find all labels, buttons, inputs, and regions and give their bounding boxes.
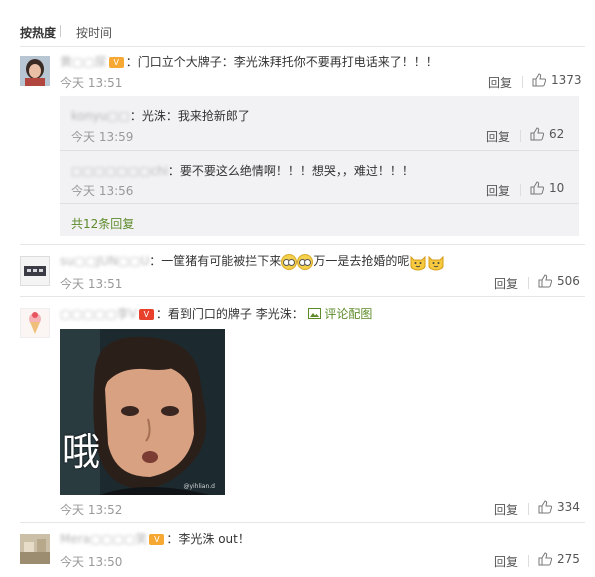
username[interactable]: ▢▢▢▢▢李V (60, 307, 137, 321)
vip-badge-icon: V (138, 309, 154, 320)
like-button[interactable]: 334 (538, 500, 580, 514)
thumb-up-icon (538, 500, 552, 514)
thumb-up-icon (538, 274, 552, 288)
like-count: 10 (549, 181, 565, 195)
sort-bar: 按热度 按时间 (0, 0, 595, 48)
username[interactable]: 黄▢▢尿 (60, 55, 107, 69)
reply-button[interactable]: 回复 (494, 553, 518, 570)
reply-text: ：光洙：我来抢新郎了 (129, 109, 250, 123)
vip-badge-icon: V (149, 534, 165, 545)
like-button[interactable]: 10 (530, 181, 564, 195)
comment-text: ：看到门口的牌子 李光洙： (155, 307, 304, 321)
thumb-up-icon (532, 73, 546, 87)
reply-button[interactable]: 回复 (486, 182, 510, 199)
comment-text-line: ▢▢▢▢▢李V V ：看到门口的牌子 李光洙： 评论配图 (60, 305, 372, 322)
comment-text-line: 黄▢▢尿 V ：门口立个大牌子：李光洙拜托你不要再打电话来了！！！ (60, 53, 438, 70)
like-button[interactable]: 506 (538, 274, 580, 288)
comment-time: 今天 13:50 (60, 555, 123, 569)
like-count: 1373 (551, 73, 582, 87)
divider (20, 296, 585, 297)
username[interactable]: konyu▢▢ (71, 109, 130, 123)
reply-text-line: ▢▢▢▢▢▢▢chi：要不要这么绝情啊！！！想哭，，难过！！！ (71, 162, 414, 179)
action-divider (528, 555, 529, 567)
reply-button[interactable]: 回复 (494, 275, 518, 292)
like-button[interactable]: 275 (538, 552, 580, 566)
reply-text: ：要不要这么绝情啊！！！想哭，，难过！！！ (167, 164, 414, 178)
picture-icon (307, 308, 321, 319)
reply-text-line: konyu▢▢：光洙：我来抢新郎了 (71, 107, 250, 124)
emoji-glasses-icon (281, 253, 298, 270)
reply-button[interactable]: 回复 (494, 501, 518, 518)
like-count: 62 (549, 127, 565, 141)
comment-time: 今天 13:51 (60, 76, 123, 90)
avatar[interactable] (20, 534, 50, 564)
action-divider (528, 277, 529, 289)
thumb-up-icon (538, 552, 552, 566)
divider (20, 46, 585, 47)
like-count: 506 (557, 274, 580, 288)
comment-image-link[interactable]: 评论配图 (307, 307, 373, 321)
reply-button[interactable]: 回复 (488, 74, 512, 91)
like-count: 275 (557, 552, 580, 566)
username[interactable]: ▢▢▢▢▢▢▢chi (71, 164, 168, 178)
avatar[interactable] (20, 56, 50, 86)
reply-button[interactable]: 回复 (486, 128, 510, 145)
divider (20, 244, 585, 245)
divider (60, 150, 579, 151)
avatar[interactable] (20, 308, 50, 338)
comment-text: ：一筐猪有可能被拦下来 (149, 254, 282, 268)
action-divider (520, 184, 521, 196)
comment-text: ：李光洙 out！ (166, 532, 250, 546)
like-button[interactable]: 1373 (532, 73, 582, 87)
action-divider (522, 76, 523, 88)
tab-sort-time[interactable]: 按时间 (76, 24, 112, 41)
sort-divider (60, 25, 61, 37)
comment-time: 今天 13:52 (60, 503, 123, 517)
like-button[interactable]: 62 (530, 127, 564, 141)
comment-text: ：门口立个大牌子：李光洙拜托你不要再打电话来了！！！ (125, 55, 438, 69)
photo-caption: 哦 (62, 430, 102, 474)
comment-text: 万一是去抢婚的呢 (313, 254, 410, 268)
reply-time: 今天 13:56 (71, 184, 134, 198)
replies-box: konyu▢▢：光洙：我来抢新郎了 今天 13:59 回复 62 ▢▢▢▢▢▢▢… (60, 96, 579, 236)
username[interactable]: su▢▢JUN▢▢U (60, 254, 149, 268)
comment-image-label: 评论配图 (324, 307, 373, 321)
divider (60, 203, 579, 204)
avatar[interactable] (20, 256, 50, 286)
divider (20, 522, 585, 523)
comment-time: 今天 13:51 (60, 277, 123, 291)
reply-time: 今天 13:59 (71, 130, 134, 144)
comment-photo[interactable]: 哦 @yihlian.d (60, 329, 225, 495)
action-divider (520, 130, 521, 142)
tab-sort-hot[interactable]: 按热度 (20, 24, 56, 41)
action-divider (528, 503, 529, 515)
more-replies-link[interactable]: 共12条回复 (71, 215, 134, 232)
photo-watermark: @yihlian.d (183, 483, 215, 490)
emoji-cat-icon (410, 255, 426, 271)
thumb-up-icon (530, 181, 544, 195)
emoji-cat-icon (428, 255, 444, 271)
thumb-up-icon (530, 127, 544, 141)
username[interactable]: Mera▢▢▢▢笑 (60, 532, 147, 546)
vip-badge-icon: V (108, 57, 124, 68)
emoji-glasses-icon (297, 253, 314, 270)
comment-text-line: Mera▢▢▢▢笑 V ：李光洙 out！ (60, 530, 250, 547)
like-count: 334 (557, 500, 580, 514)
comment-text-line: su▢▢JUN▢▢U：一筐猪有可能被拦下来 万一是去抢婚的呢 (60, 252, 445, 271)
